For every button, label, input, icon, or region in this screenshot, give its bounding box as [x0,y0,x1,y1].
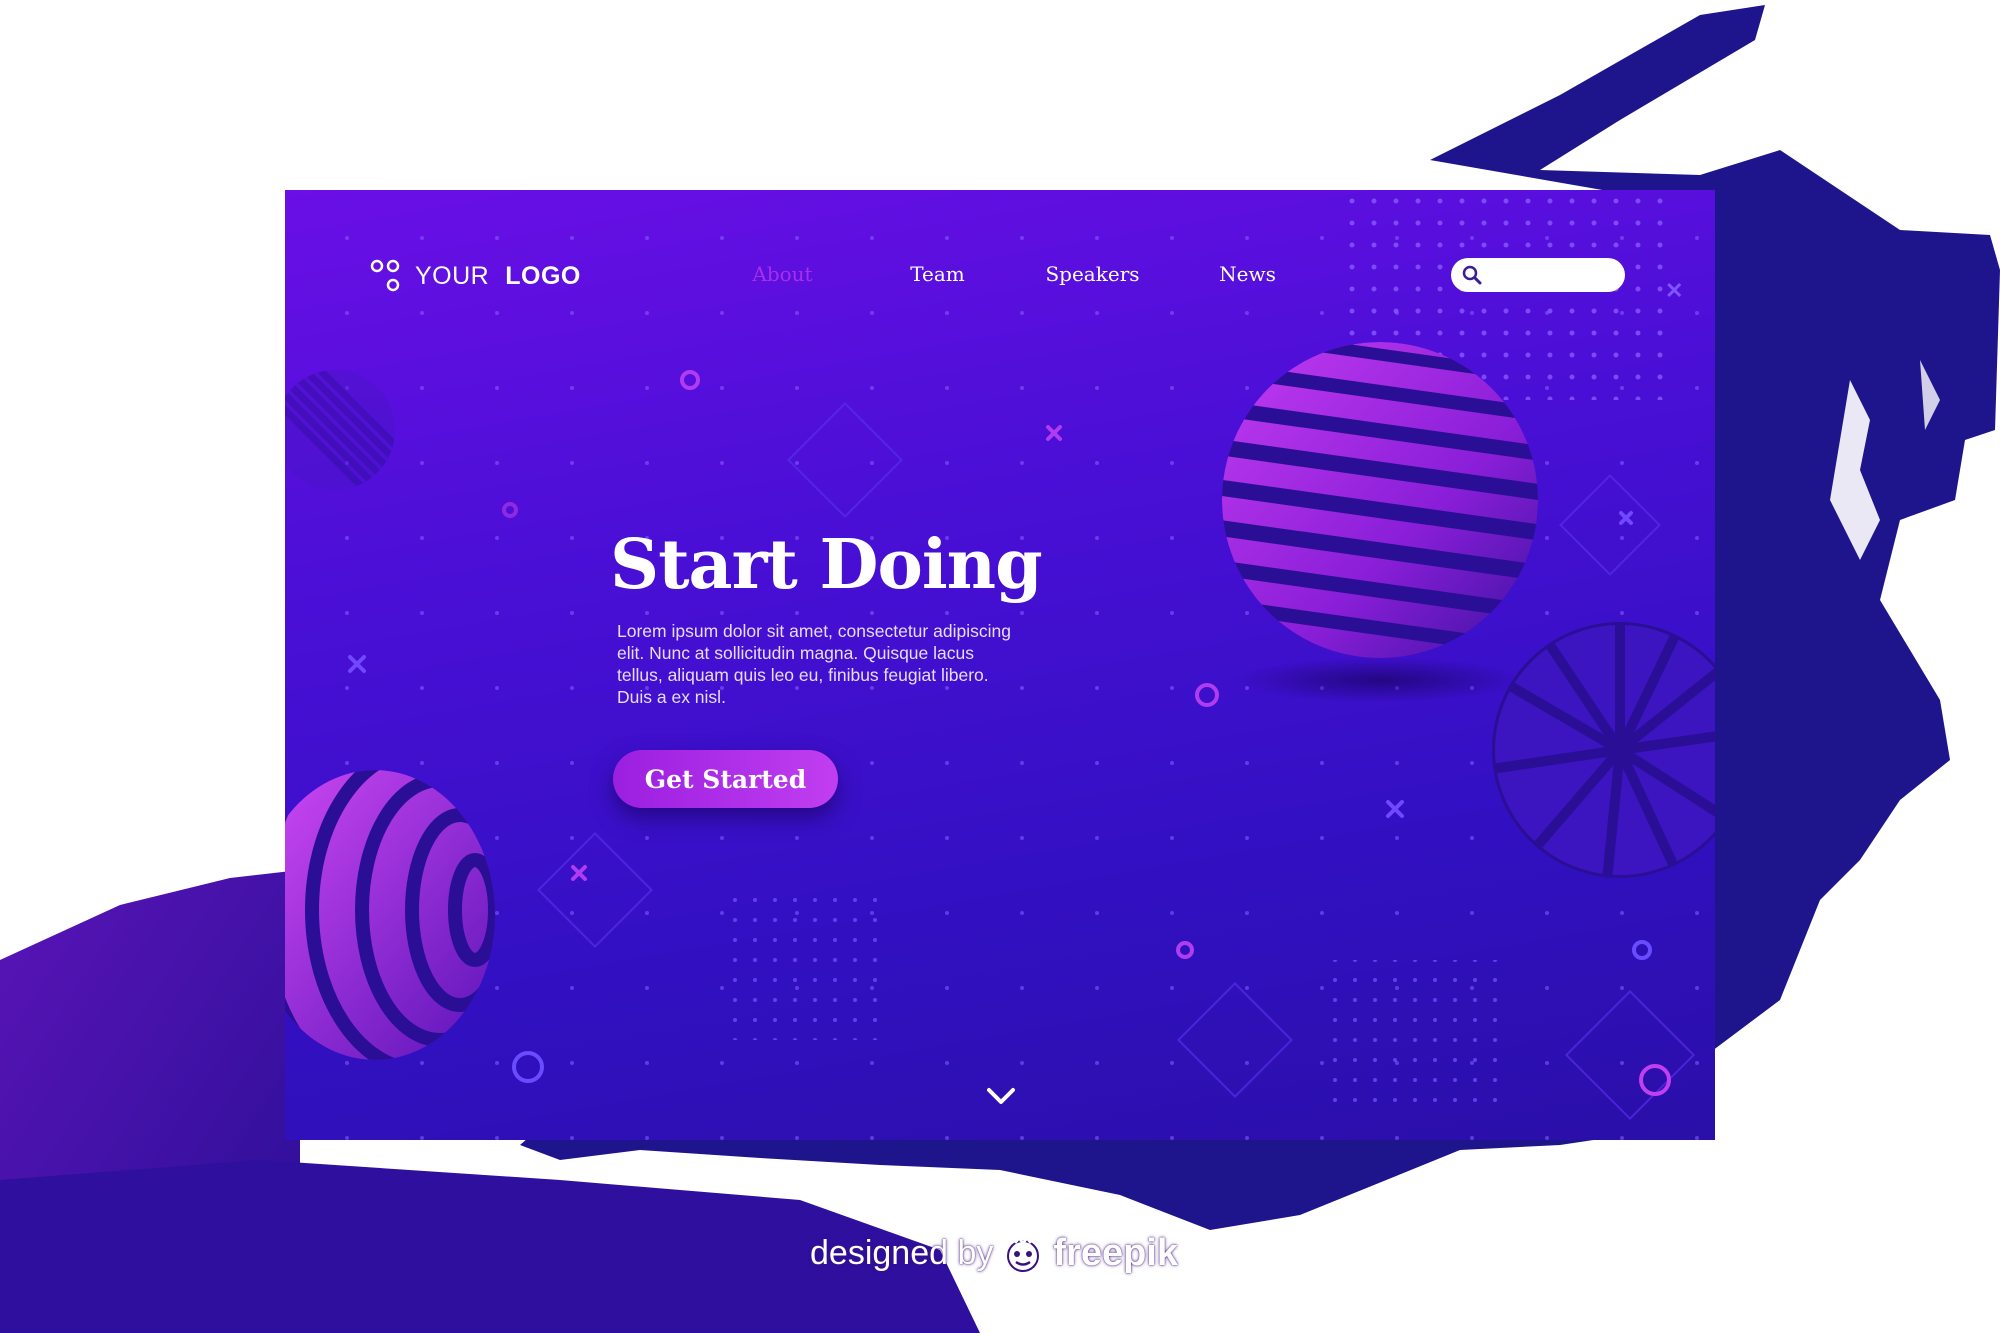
logo-text-regular: YOUR [415,261,490,290]
landing-page-card: YOUR LOGO About Team Speakers News ✕ Sta… [285,190,1715,1140]
nav-item-speakers[interactable]: Speakers [1015,262,1170,286]
search-bar[interactable] [1451,258,1625,292]
freepik-mascot-icon [1007,1235,1040,1272]
credit-brand: freepik [1053,1232,1178,1274]
nav-item-team[interactable]: Team [860,262,1015,286]
get-started-button[interactable]: Get Started [613,750,838,808]
credit-prefix: designed by [810,1234,994,1272]
logo-circles-icon [370,259,400,292]
chevron-down-icon[interactable] [985,1085,1017,1107]
close-x-icon: ✕ [1665,278,1684,303]
search-input[interactable] [1487,266,1611,284]
main-nav: About Team Speakers News [705,262,1325,286]
search-icon [1462,265,1482,285]
nav-item-about[interactable]: About [705,262,860,286]
hero-description: Lorem ipsum dolor sit amet, consectetur … [617,621,1011,707]
hero-title: Start Doing [610,525,1043,605]
attribution-watermark: designed by freepik [810,1232,1178,1275]
logo-text-bold: LOGO [505,261,581,290]
logo[interactable]: YOUR LOGO [369,258,581,294]
nav-item-news[interactable]: News [1170,262,1325,286]
